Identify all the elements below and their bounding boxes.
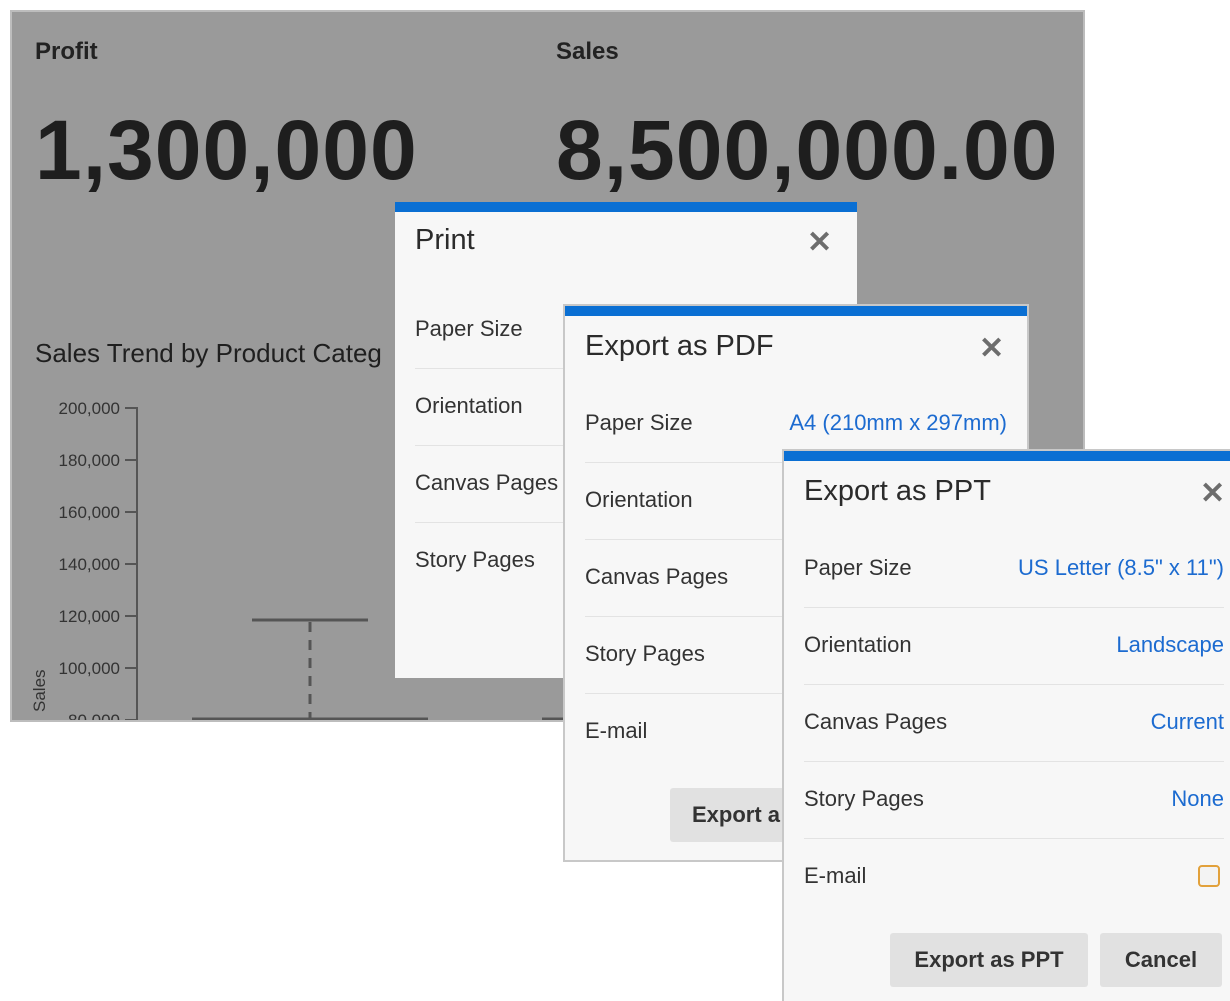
- ppt-dialog-title: Export as PPT: [804, 475, 991, 507]
- y-tick-label: 120,000: [59, 607, 120, 626]
- print-paper-size-label: Paper Size: [415, 316, 523, 341]
- y-tick-label: 180,000: [59, 451, 120, 470]
- ppt-story-pages-label: Story Pages: [804, 786, 924, 811]
- ppt-row-canvas-pages[interactable]: Canvas Pages Current: [804, 685, 1224, 762]
- y-tick-label: 100,000: [59, 659, 120, 678]
- stage: Profit 1,300,000 Sales 8,500,000.00 Sale…: [0, 0, 1230, 1001]
- close-icon[interactable]: ✕: [807, 228, 832, 258]
- print-dialog-title: Print: [415, 224, 475, 256]
- ppt-dialog: Export as PPT ✕ Paper Size US Letter (8.…: [782, 449, 1230, 1001]
- ppt-row-email[interactable]: E-mail: [804, 839, 1224, 916]
- y-tick-label: 140,000: [59, 555, 120, 574]
- pdf-story-pages-label: Story Pages: [585, 641, 705, 666]
- pdf-email-label: E-mail: [585, 718, 648, 743]
- ppt-orientation-label: Orientation: [804, 632, 912, 657]
- print-dialog-accent-bar: [395, 202, 857, 212]
- close-icon[interactable]: ✕: [979, 334, 1004, 364]
- y-tick-label: 80,000: [68, 711, 120, 722]
- print-orientation-label: Orientation: [415, 393, 523, 418]
- ppt-canvas-pages-value[interactable]: Current: [1151, 709, 1224, 735]
- close-icon[interactable]: ✕: [1200, 479, 1225, 509]
- ppt-email-checkbox[interactable]: [1198, 865, 1220, 887]
- ppt-row-story-pages[interactable]: Story Pages None: [804, 762, 1224, 839]
- pdf-canvas-pages-label: Canvas Pages: [585, 564, 729, 589]
- ppt-row-paper-size[interactable]: Paper Size US Letter (8.5" x 11"): [804, 531, 1224, 608]
- ppt-dialog-accent-bar: [784, 451, 1230, 461]
- print-story-pages-label: Story Pages: [415, 547, 535, 572]
- ppt-story-pages-value[interactable]: None: [1171, 786, 1224, 812]
- pdf-dialog-accent-bar: [565, 306, 1027, 316]
- ppt-paper-size-label: Paper Size: [804, 555, 912, 580]
- y-tick-label: 200,000: [59, 399, 120, 418]
- ppt-cancel-button[interactable]: Cancel: [1100, 933, 1222, 987]
- pdf-paper-size-label: Paper Size: [585, 410, 693, 435]
- print-canvas-pages-label: Canvas Pages: [415, 470, 559, 495]
- y-axis-ticks: 200,000 180,000 160,000 140,000 120,000 100,0…: [59, 399, 137, 722]
- ppt-orientation-value[interactable]: Landscape: [1116, 632, 1224, 658]
- y-tick-label: 160,000: [59, 503, 120, 522]
- y-axis-label: Sales: [30, 669, 49, 712]
- ppt-canvas-pages-label: Canvas Pages: [804, 709, 948, 734]
- ppt-row-orientation[interactable]: Orientation Landscape: [804, 608, 1224, 685]
- pdf-paper-size-value[interactable]: A4 (210mm x 297mm): [789, 410, 1007, 436]
- pdf-orientation-label: Orientation: [585, 487, 693, 512]
- ppt-email-label: E-mail: [804, 863, 867, 888]
- ppt-export-button[interactable]: Export as PPT: [890, 933, 1088, 987]
- pdf-dialog-title: Export as PDF: [585, 330, 774, 362]
- ppt-paper-size-value[interactable]: US Letter (8.5" x 11"): [1018, 555, 1224, 581]
